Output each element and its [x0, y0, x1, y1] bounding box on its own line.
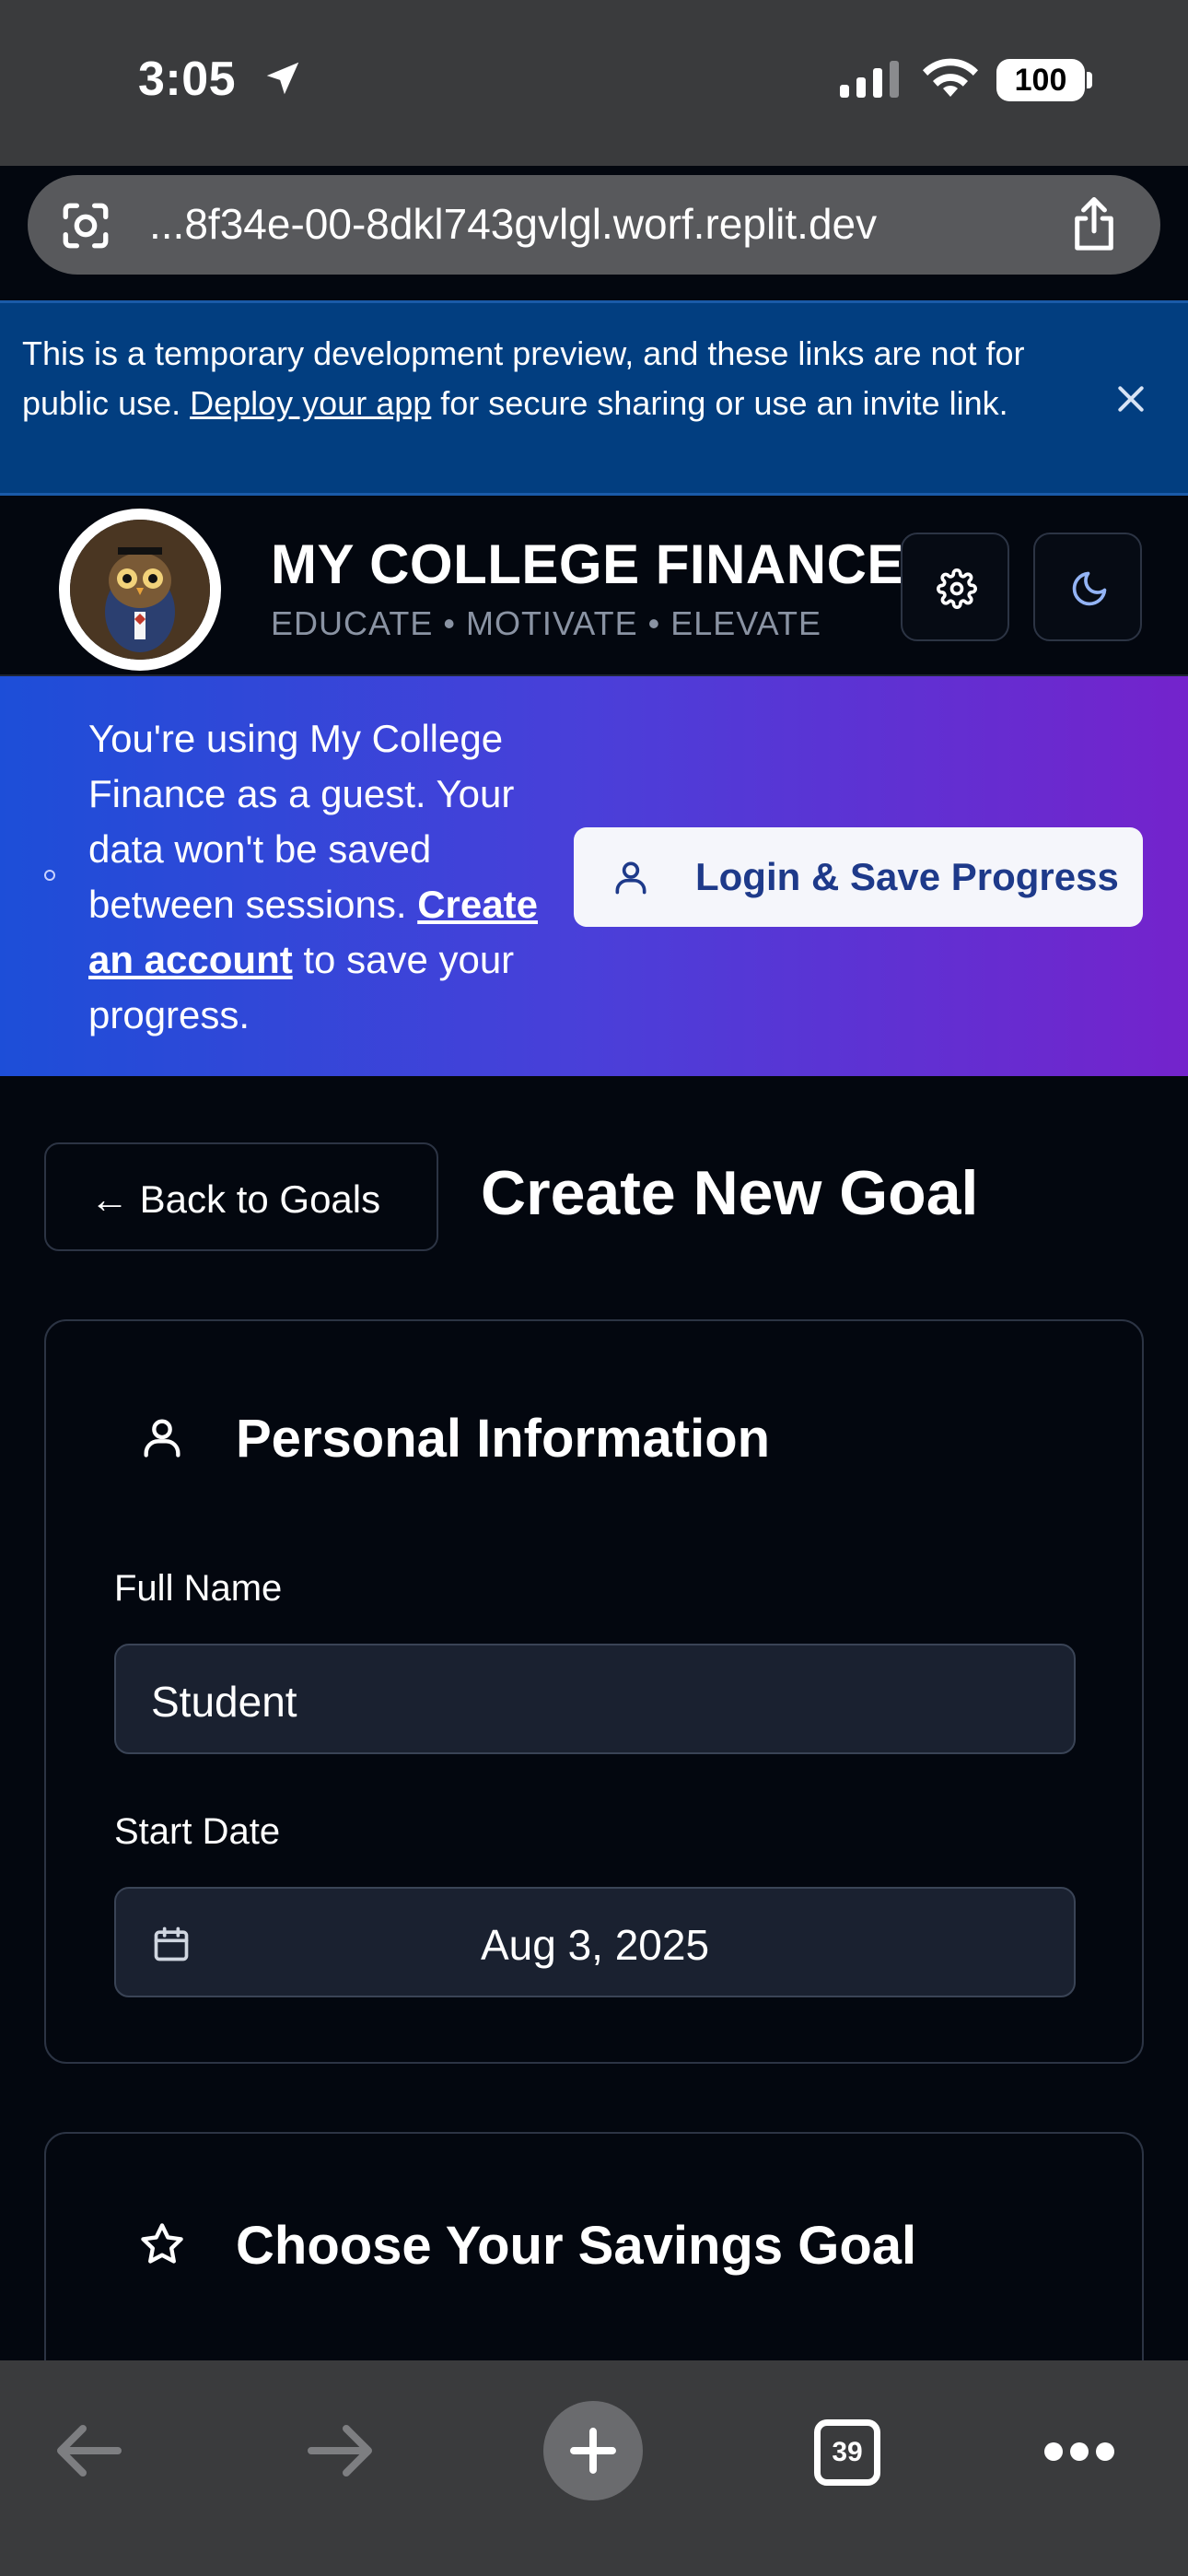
card-title: Choose Your Savings Goal [236, 2216, 917, 2276]
login-button-label: Login & Save Progress [695, 855, 1119, 898]
app-header: MY COLLEGE FINANCE EDUCATE • MOTIVATE • … [0, 496, 1188, 676]
page-title: Create New Goal [481, 1158, 979, 1228]
start-date-label: Start Date [114, 1811, 281, 1852]
user-icon [615, 861, 646, 895]
brand-title: MY COLLEGE FINANCE [271, 533, 904, 595]
back-arrow-icon[interactable] [52, 2421, 125, 2480]
location-arrow-icon [266, 62, 299, 95]
battery-indicator: 100 [996, 59, 1085, 101]
owl-mascot-icon [70, 520, 210, 660]
card-title: Personal Information [236, 1409, 771, 1469]
battery-nub [1087, 72, 1092, 88]
status-bar: 3:05 100 [0, 0, 1188, 166]
browser-toolbar: 39 [0, 2360, 1188, 2576]
login-save-progress-button[interactable]: Login & Save Progress [574, 827, 1143, 927]
moon-icon [1072, 571, 1107, 606]
plus-icon [570, 2428, 616, 2474]
status-time: 3:05 [138, 53, 237, 106]
full-name-value: Student [151, 1678, 297, 1726]
share-icon[interactable] [1068, 195, 1120, 254]
brand-tagline: EDUCATE • MOTIVATE • ELEVATE [271, 604, 821, 642]
brand-logo[interactable] [59, 509, 221, 671]
more-options-icon[interactable] [1044, 2438, 1114, 2465]
full-name-input[interactable]: Student [114, 1644, 1076, 1754]
tab-switcher-button[interactable]: 39 [814, 2419, 880, 2486]
personal-information-card: Personal Information Full Name Student S… [44, 1319, 1144, 2064]
bullet-dot-icon [44, 870, 55, 881]
new-tab-button[interactable] [543, 2401, 643, 2500]
start-date-value: Aug 3, 2025 [480, 1921, 710, 1969]
cellular-signal-icon [840, 61, 899, 98]
back-to-goals-button[interactable]: ← Back to Goals [44, 1142, 438, 1251]
dev-preview-text: This is a temporary development preview,… [22, 329, 1090, 428]
close-icon[interactable] [1112, 381, 1149, 417]
dev-preview-text-end: for secure sharing or use an invite link… [431, 384, 1008, 422]
site-settings-icon[interactable] [59, 199, 112, 252]
guest-mode-banner: You're using My College Finance as a gue… [0, 676, 1188, 1076]
star-icon [141, 2223, 183, 2264]
full-name-label: Full Name [114, 1568, 283, 1609]
dev-preview-banner: This is a temporary development preview,… [0, 300, 1188, 496]
guest-mode-text: You're using My College Finance as a gue… [88, 711, 586, 1043]
wifi-icon [923, 58, 978, 97]
gear-icon [937, 568, 977, 609]
dark-mode-toggle[interactable] [1033, 533, 1142, 641]
settings-button[interactable] [901, 533, 1009, 641]
start-date-picker[interactable]: Aug 3, 2025 [114, 1887, 1076, 1997]
user-icon [144, 1419, 181, 1458]
url-text[interactable]: ...8f34e-00-8dkl743gvlgl.worf.replit.dev [149, 199, 877, 249]
back-button-label: ← Back to Goals [90, 1177, 381, 1221]
address-bar[interactable]: ...8f34e-00-8dkl743gvlgl.worf.replit.dev [28, 175, 1160, 275]
deploy-app-link[interactable]: Deploy your app [190, 384, 431, 422]
forward-arrow-icon[interactable] [304, 2421, 378, 2480]
